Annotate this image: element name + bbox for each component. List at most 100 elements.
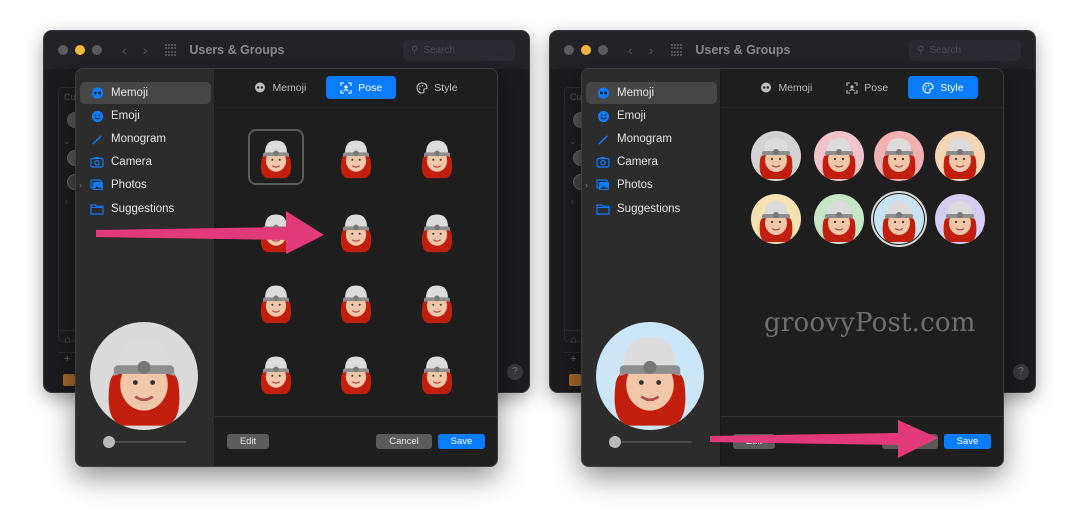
- zoom-slider-knob[interactable]: [103, 436, 115, 448]
- chevron-right-icon[interactable]: ›: [571, 196, 574, 206]
- forward-icon[interactable]: ›: [143, 42, 148, 58]
- sidebar-item-suggestions[interactable]: Suggestions: [586, 198, 717, 220]
- sidebar-item-memoji[interactable]: Memoji: [586, 82, 717, 104]
- memoji-picker-dialog-pose: Memoji Emoji Monogram Camera › Photos Su…: [75, 68, 498, 467]
- style-option[interactable]: [751, 194, 801, 244]
- tab-label: Memoji: [272, 81, 307, 94]
- pose-option[interactable]: [409, 129, 465, 185]
- zoom-button[interactable]: [92, 45, 102, 55]
- tab-memoji[interactable]: Memoji: [240, 76, 320, 99]
- emoji-icon: [596, 109, 610, 123]
- window-controls: [58, 45, 102, 55]
- zoom-slider-track[interactable]: [612, 441, 692, 443]
- style-option[interactable]: [814, 131, 864, 181]
- sidebar-item-monogram[interactable]: Monogram: [586, 128, 717, 150]
- tab-label: Pose: [864, 81, 889, 94]
- search-field[interactable]: ⚲ Search: [403, 40, 515, 61]
- help-button[interactable]: ?: [1013, 364, 1029, 380]
- chevron-down-icon[interactable]: ⌄: [63, 136, 71, 147]
- lock-icon[interactable]: [63, 374, 75, 386]
- sidebar-item-photos[interactable]: › Photos: [585, 174, 717, 196]
- pose-option[interactable]: [248, 274, 304, 330]
- back-icon[interactable]: ‹: [628, 42, 633, 58]
- tab-style[interactable]: Style: [402, 76, 471, 99]
- tab-label: Pose: [358, 81, 383, 94]
- lock-icon[interactable]: [569, 374, 581, 386]
- sidebar-item-memoji[interactable]: Memoji: [80, 82, 211, 104]
- pose-option[interactable]: [248, 129, 304, 185]
- emoji-icon: [90, 109, 104, 123]
- memoji-picker-dialog-style: Memoji Emoji Monogram Camera › Photos Su…: [581, 68, 1004, 467]
- disclosure-chevron-icon[interactable]: ›: [585, 180, 588, 190]
- help-button[interactable]: ?: [507, 364, 523, 380]
- zoom-slider-track[interactable]: [106, 441, 186, 443]
- camera-icon: [596, 155, 610, 169]
- window-controls: [564, 45, 608, 55]
- source-sidebar: Memoji Emoji Monogram Camera › Photos Su…: [76, 69, 215, 466]
- memoji-icon: [596, 86, 610, 100]
- pose-icon: [340, 81, 352, 94]
- sidebar-item-label: Monogram: [111, 133, 166, 145]
- close-button[interactable]: [564, 45, 574, 55]
- zoom-slider-knob[interactable]: [609, 436, 621, 448]
- tab-pose[interactable]: Pose: [832, 76, 902, 99]
- edit-button[interactable]: Edit: [227, 434, 269, 449]
- close-button[interactable]: [58, 45, 68, 55]
- tab-style[interactable]: Style: [908, 76, 978, 99]
- pose-option[interactable]: [409, 203, 465, 259]
- sidebar-item-label: Monogram: [617, 133, 672, 145]
- sidebar-item-photos[interactable]: › Photos: [79, 174, 211, 196]
- style-option[interactable]: [751, 131, 801, 181]
- sidebar-item-camera[interactable]: Camera: [80, 151, 211, 173]
- search-field[interactable]: ⚲ Search: [909, 40, 1021, 61]
- style-option[interactable]: [874, 131, 924, 181]
- show-all-grid-icon[interactable]: [165, 44, 177, 56]
- memoji-icon: [761, 82, 772, 92]
- photos-icon: [596, 178, 610, 192]
- pose-option[interactable]: [409, 345, 465, 401]
- style-option[interactable]: [874, 194, 924, 244]
- save-button[interactable]: Save: [944, 434, 991, 449]
- pose-option[interactable]: [328, 345, 384, 401]
- forward-icon[interactable]: ›: [649, 42, 654, 58]
- style-palette-icon: [416, 81, 428, 94]
- pose-option[interactable]: [248, 345, 304, 401]
- tab-memoji[interactable]: Memoji: [746, 76, 826, 99]
- pose-option[interactable]: [409, 274, 465, 330]
- minimize-button[interactable]: [75, 45, 85, 55]
- pose-option[interactable]: [328, 129, 384, 185]
- style-option[interactable]: [935, 194, 985, 244]
- sidebar-item-label: Emoji: [111, 110, 140, 122]
- pose-option[interactable]: [328, 274, 384, 330]
- show-all-grid-icon[interactable]: [671, 44, 683, 56]
- cancel-button[interactable]: Cancel: [376, 434, 432, 449]
- minimize-button[interactable]: [581, 45, 591, 55]
- disclosure-chevron-icon[interactable]: ›: [79, 180, 82, 190]
- pose-content: Memoji Pose Style Edit Cancel Save: [215, 69, 497, 466]
- pose-icon: [846, 81, 858, 94]
- sidebar-item-emoji[interactable]: Emoji: [586, 105, 717, 127]
- folder-icon: [596, 202, 610, 216]
- chevron-right-icon[interactable]: ›: [65, 196, 68, 206]
- source-sidebar: Memoji Emoji Monogram Camera › Photos Su…: [582, 69, 721, 466]
- memoji-icon: [255, 82, 266, 92]
- screenshot-stage: ‹ › Users & Groups ⚲ Search Cu ⌄ › ⌂ + ? M…: [0, 0, 1080, 524]
- back-icon[interactable]: ‹: [122, 42, 127, 58]
- sidebar-item-emoji[interactable]: Emoji: [80, 105, 211, 127]
- pose-option[interactable]: [328, 203, 384, 259]
- search-placeholder: Search: [929, 45, 962, 56]
- sidebar-item-label: Camera: [617, 156, 658, 168]
- camera-icon: [90, 155, 104, 169]
- save-button[interactable]: Save: [438, 434, 485, 449]
- style-option[interactable]: [814, 194, 864, 244]
- photos-icon: [90, 178, 104, 192]
- zoom-button[interactable]: [598, 45, 608, 55]
- monogram-icon: [596, 132, 610, 146]
- sidebar-item-label: Camera: [111, 156, 152, 168]
- chevron-down-icon[interactable]: ⌄: [569, 136, 577, 147]
- style-option[interactable]: [935, 131, 985, 181]
- tab-pose[interactable]: Pose: [326, 76, 397, 99]
- sidebar-item-monogram[interactable]: Monogram: [80, 128, 211, 150]
- sidebar-item-label: Photos: [617, 179, 653, 191]
- sidebar-item-camera[interactable]: Camera: [586, 151, 717, 173]
